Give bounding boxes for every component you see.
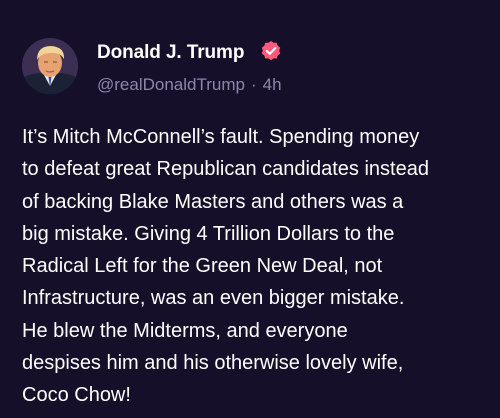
author-display-name[interactable]: Donald J. Trump — [97, 42, 244, 64]
avatar[interactable] — [22, 38, 78, 94]
author-handle-line: @realDonaldTrump · 4h — [97, 74, 282, 96]
truth-post-card: Donald J. Trump @realDonaldTrump · 4h It’s… — [0, 0, 500, 418]
post-body-text: It’s Mitch McConnell’s fault. Spending m… — [22, 126, 429, 407]
author-handle[interactable]: @realDonaldTrump — [97, 75, 245, 94]
post-timestamp[interactable]: 4h — [263, 75, 282, 94]
verified-check-icon — [261, 41, 281, 61]
avatar-photo — [22, 38, 78, 94]
meta-separator: · — [250, 75, 257, 94]
